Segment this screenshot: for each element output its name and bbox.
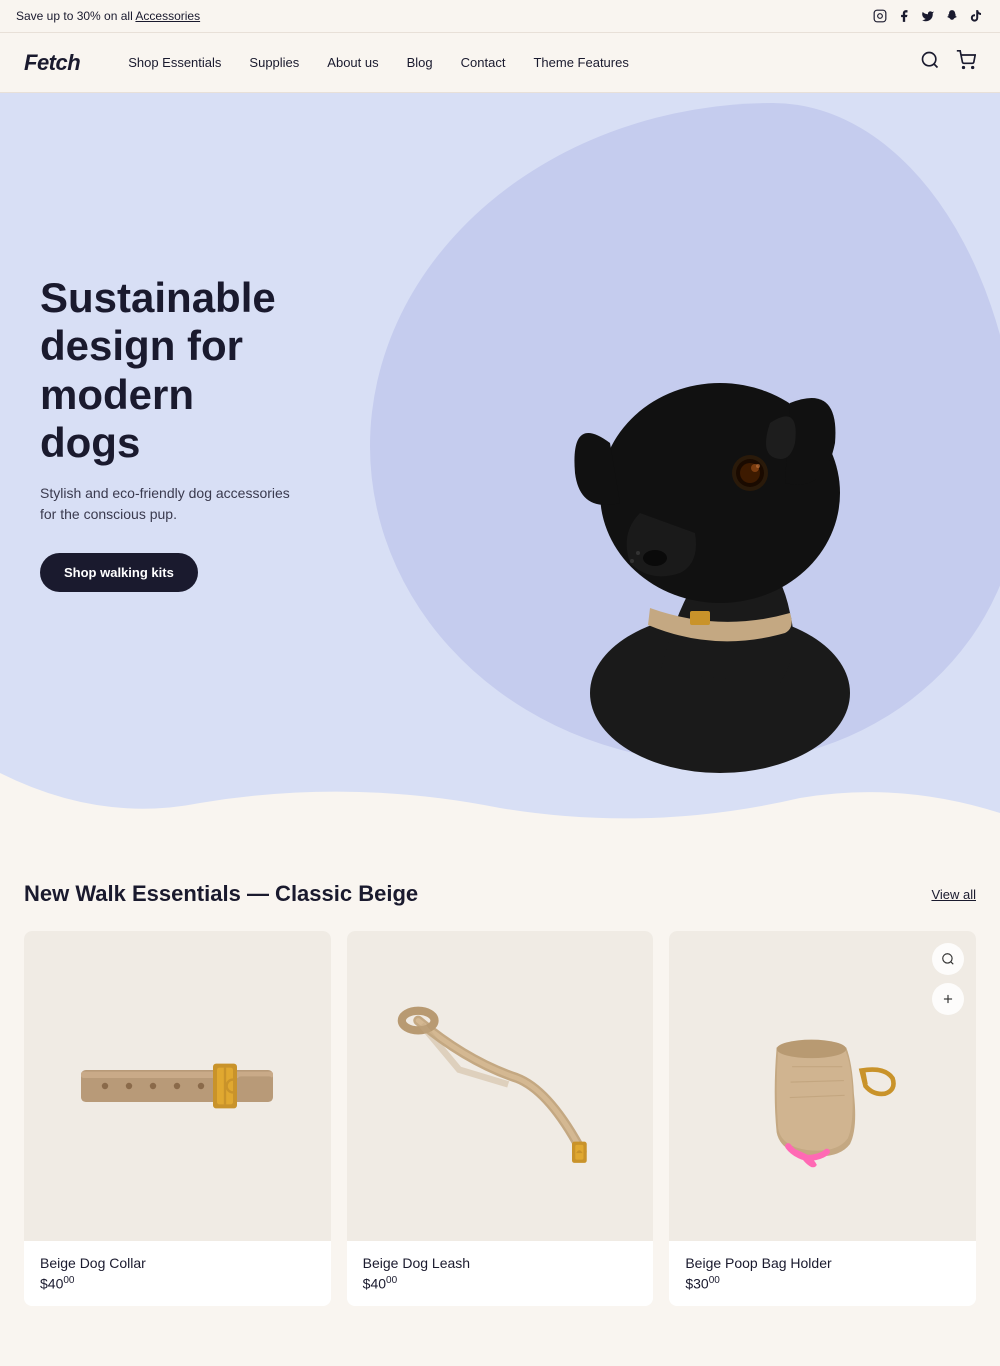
nav-theme-features[interactable]: Theme Features [533,55,628,70]
header-actions [920,50,976,75]
announcement-text: Save up to 30% on all Accessories [16,9,200,23]
main-nav: Shop Essentials Supplies About us Blog C… [128,55,920,70]
nav-contact[interactable]: Contact [461,55,506,70]
dog-illustration [400,113,960,773]
instagram-icon[interactable] [872,8,888,24]
announcement-bar: Save up to 30% on all Accessories [0,0,1000,33]
leash-illustration [370,996,630,1176]
wave-divider [0,773,1000,833]
product-search-button[interactable] [932,943,964,975]
cart-icon[interactable] [956,50,976,75]
nav-blog[interactable]: Blog [407,55,433,70]
product-info-collar: Beige Dog Collar $4000 [24,1241,331,1306]
product-add-button[interactable] [932,983,964,1015]
twitter-icon[interactable] [920,8,936,24]
hero-dog-container [400,113,960,773]
nav-supplies[interactable]: Supplies [249,55,299,70]
social-icons-group [872,8,984,24]
products-grid: Beige Dog Collar $4000 [24,931,976,1306]
hero-subtitle: Stylish and eco-friendly dog accessories… [40,483,300,525]
bag-holder-illustration [698,1001,948,1171]
accessories-link[interactable]: Accessories [135,9,200,23]
product-card-bag-holder[interactable]: Beige Poop Bag Holder $3000 [669,931,976,1306]
view-all-link[interactable]: View all [931,887,976,902]
product-image-bag-holder [669,931,976,1241]
product-image-leash [347,931,654,1241]
hero-content: Sustainable design for modern dogs Styli… [0,214,340,652]
product-price-collar: $4000 [40,1275,315,1292]
hero-section: Sustainable design for modern dogs Styli… [0,93,1000,773]
logo[interactable]: Fetch [24,50,80,76]
product-price-bag-holder: $3000 [685,1275,960,1292]
product-info-bag-holder: Beige Poop Bag Holder $3000 [669,1241,976,1306]
nav-shop-essentials[interactable]: Shop Essentials [128,55,221,70]
product-info-leash: Beige Dog Leash $4000 [347,1241,654,1306]
product-image-collar [24,931,331,1241]
product-price-leash: $4000 [363,1275,638,1292]
snapchat-icon[interactable] [944,8,960,24]
products-header: New Walk Essentials — Classic Beige View… [24,881,976,907]
product-card-collar[interactable]: Beige Dog Collar $4000 [24,931,331,1306]
product-card-leash[interactable]: Beige Dog Leash $4000 [347,931,654,1306]
facebook-icon[interactable] [896,8,912,24]
search-icon[interactable] [920,50,940,75]
header: Fetch Shop Essentials Supplies About us … [0,33,1000,93]
product-name-collar: Beige Dog Collar [40,1255,315,1271]
product-name-leash: Beige Dog Leash [363,1255,638,1271]
tiktok-icon[interactable] [968,8,984,24]
shop-walking-kits-button[interactable]: Shop walking kits [40,553,198,592]
product-name-bag-holder: Beige Poop Bag Holder [685,1255,960,1271]
products-section: New Walk Essentials — Classic Beige View… [0,833,1000,1366]
products-section-title: New Walk Essentials — Classic Beige [24,881,418,907]
hero-title: Sustainable design for modern dogs [40,274,300,467]
collar-illustration [57,1006,297,1166]
nav-about[interactable]: About us [327,55,378,70]
product-action-buttons [932,943,964,1015]
